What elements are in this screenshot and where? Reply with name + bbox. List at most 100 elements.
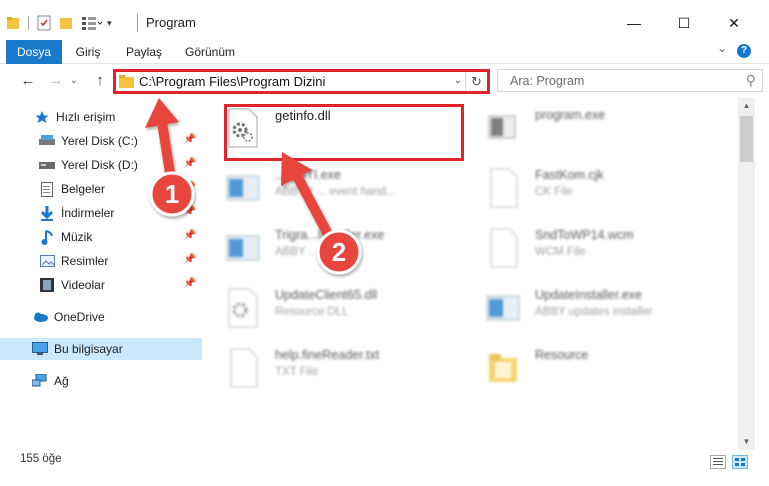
file-item-program-exe[interactable]: program.exe — [465, 102, 705, 154]
forward-button[interactable]: → — [46, 70, 66, 90]
up-button[interactable]: ↑ — [90, 70, 110, 90]
file-name: ...yySTI.exe — [275, 168, 341, 182]
blank-file-icon — [490, 168, 518, 208]
file-type: WCM File — [535, 246, 586, 258]
nav-item-network[interactable]: Ağ — [0, 370, 202, 392]
nav-item-label: Hızlı erişim — [56, 110, 116, 124]
pin-icon[interactable]: 📌 — [184, 182, 196, 193]
file-name: FastKom.cjk — [535, 168, 604, 182]
quick-access-toolbar: ▾ — [4, 13, 112, 33]
file-item-abbyy-sti[interactable]: ...yySTI.exe ABBYY ... event hand... — [205, 162, 445, 214]
file-item-trigram-installer[interactable]: Trigra...Installer.exe ABBY ... der to..… — [205, 222, 445, 274]
file-item-help-txt[interactable]: help.fineReader.txt TXT File — [205, 342, 445, 394]
pin-icon[interactable]: 📌 — [184, 158, 196, 169]
file-item-resource-folder[interactable]: Resource — [465, 342, 705, 394]
new-folder-icon[interactable] — [59, 16, 73, 30]
file-item-sndtowp14[interactable]: SndToWP14.wcm WCM File — [465, 222, 705, 274]
nav-item-downloads[interactable]: İndirmeler 📌 — [0, 202, 202, 224]
pin-icon[interactable]: 📌 — [184, 206, 196, 217]
window-exe-icon — [226, 235, 260, 261]
minimize-button[interactable]: — — [611, 8, 657, 38]
file-type: Resource DLL — [275, 306, 349, 318]
blank-file-icon — [490, 228, 518, 268]
close-button[interactable]: ✕ — [711, 8, 757, 38]
pictures-icon — [39, 253, 55, 269]
tiles-view-icon — [735, 458, 745, 466]
pin-icon[interactable]: 📌 — [184, 230, 196, 241]
tiles-view-button[interactable] — [732, 455, 748, 469]
nav-item-label: Bu bilgisayar — [54, 342, 123, 356]
view-options-icon[interactable] — [81, 16, 103, 30]
maximize-button[interactable]: ☐ — [661, 8, 707, 38]
music-icon — [39, 229, 55, 245]
file-name: Resource — [535, 348, 589, 362]
tab-share[interactable]: Paylaş — [120, 40, 168, 64]
folder-icon — [7, 17, 19, 29]
pin-icon[interactable]: 📌 — [184, 254, 196, 265]
address-path: C:\Program Files\Program Dizini — [139, 74, 326, 89]
scroll-up-icon[interactable]: ▲ — [738, 98, 755, 114]
customize-toolbar-icon[interactable]: ▾ — [107, 18, 112, 29]
refresh-button[interactable]: ↻ — [465, 72, 487, 91]
drive-icon — [39, 157, 55, 173]
exe-icon — [488, 115, 516, 139]
details-view-button[interactable] — [710, 455, 726, 469]
address-bar[interactable]: C:\Program Files\Program Dizini ⌄ ↻ — [113, 69, 490, 94]
nav-item-label: Yerel Disk (C:) — [61, 134, 138, 148]
nav-item-label: İndirmeler — [61, 206, 115, 220]
nav-item-documents[interactable]: Belgeler 📌 — [0, 178, 202, 200]
help-icon[interactable]: ? — [737, 44, 751, 58]
file-name: Trigra...Installer.exe — [275, 228, 385, 242]
search-icon: ⚲ — [745, 72, 756, 88]
download-icon — [39, 205, 55, 221]
video-icon — [39, 277, 55, 293]
nav-item-this-pc[interactable]: Bu bilgisayar — [0, 338, 202, 360]
ribbon-expand-icon[interactable]: ⌄ — [717, 41, 727, 55]
file-name: UpdateClient65.dll — [275, 288, 378, 302]
dll-gear-icon — [228, 288, 258, 328]
recent-locations-button[interactable]: ⌄ — [68, 70, 80, 90]
search-box[interactable]: Ara: Program ⚲ — [497, 69, 763, 92]
nav-item-onedrive[interactable]: OneDrive — [0, 306, 202, 328]
toolbar-divider — [28, 16, 29, 30]
scroll-down-icon[interactable]: ▼ — [738, 434, 755, 450]
window-exe-icon — [486, 295, 520, 321]
tab-file[interactable]: Dosya — [6, 40, 62, 64]
drive-icon — [39, 133, 55, 149]
nav-item-music[interactable]: Müzik 📌 — [0, 226, 202, 248]
file-item-updateinstaller[interactable]: UpdateInstaller.exe ABBY updates install… — [465, 282, 705, 334]
nav-item-label: Belgeler — [61, 182, 106, 196]
title-divider — [137, 14, 138, 32]
file-type: CK File — [535, 186, 573, 198]
details-view-icon — [713, 458, 723, 465]
pin-icon[interactable]: 📌 — [184, 134, 196, 145]
nav-item-label: Müzik — [61, 230, 93, 244]
nav-item-quick-access[interactable]: Hızlı erişim — [0, 106, 202, 128]
navigation-pane: Hızlı erişim Yerel Disk (C:) 📌 Yerel Dis… — [0, 98, 205, 450]
navigation-bar: ← → ⌄ ↑ C:\Program Files\Program Dizini … — [0, 64, 769, 98]
properties-icon[interactable] — [37, 15, 51, 31]
file-item-updateclient-dll[interactable]: UpdateClient65.dll Resource DLL — [205, 282, 445, 334]
back-button[interactable]: ← — [18, 70, 38, 90]
file-type: ABBY ... der to... — [275, 246, 361, 258]
folder-icon — [119, 75, 134, 88]
nav-item-local-disk-d[interactable]: Yerel Disk (D:) 📌 — [0, 154, 202, 176]
nav-item-label: Resimler — [61, 254, 109, 268]
folder-icon — [489, 354, 517, 382]
title-bar: ▾ Program — ☐ ✕ — [0, 0, 769, 40]
tab-view[interactable]: Görünüm — [180, 40, 240, 64]
window-exe-icon — [226, 175, 260, 201]
scroll-thumb[interactable] — [740, 116, 753, 162]
nav-item-local-disk-c[interactable]: Yerel Disk (C:) 📌 — [0, 130, 202, 152]
file-highlight-box — [224, 104, 464, 161]
tab-home[interactable]: Giriş — [66, 40, 110, 64]
file-item-fastkom[interactable]: FastKom.cjk CK File — [465, 162, 705, 214]
nav-item-pictures[interactable]: Resimler 📌 — [0, 250, 202, 272]
pin-icon[interactable]: 📌 — [184, 278, 196, 289]
file-type: ABBYY ... event hand... — [275, 186, 396, 198]
nav-item-videos[interactable]: Videolar 📌 — [0, 274, 202, 296]
network-icon — [32, 373, 48, 389]
vertical-scrollbar[interactable]: ▲ ▼ — [738, 98, 755, 450]
chevron-down-icon[interactable]: ⌄ — [454, 75, 462, 86]
cloud-icon — [32, 309, 48, 325]
